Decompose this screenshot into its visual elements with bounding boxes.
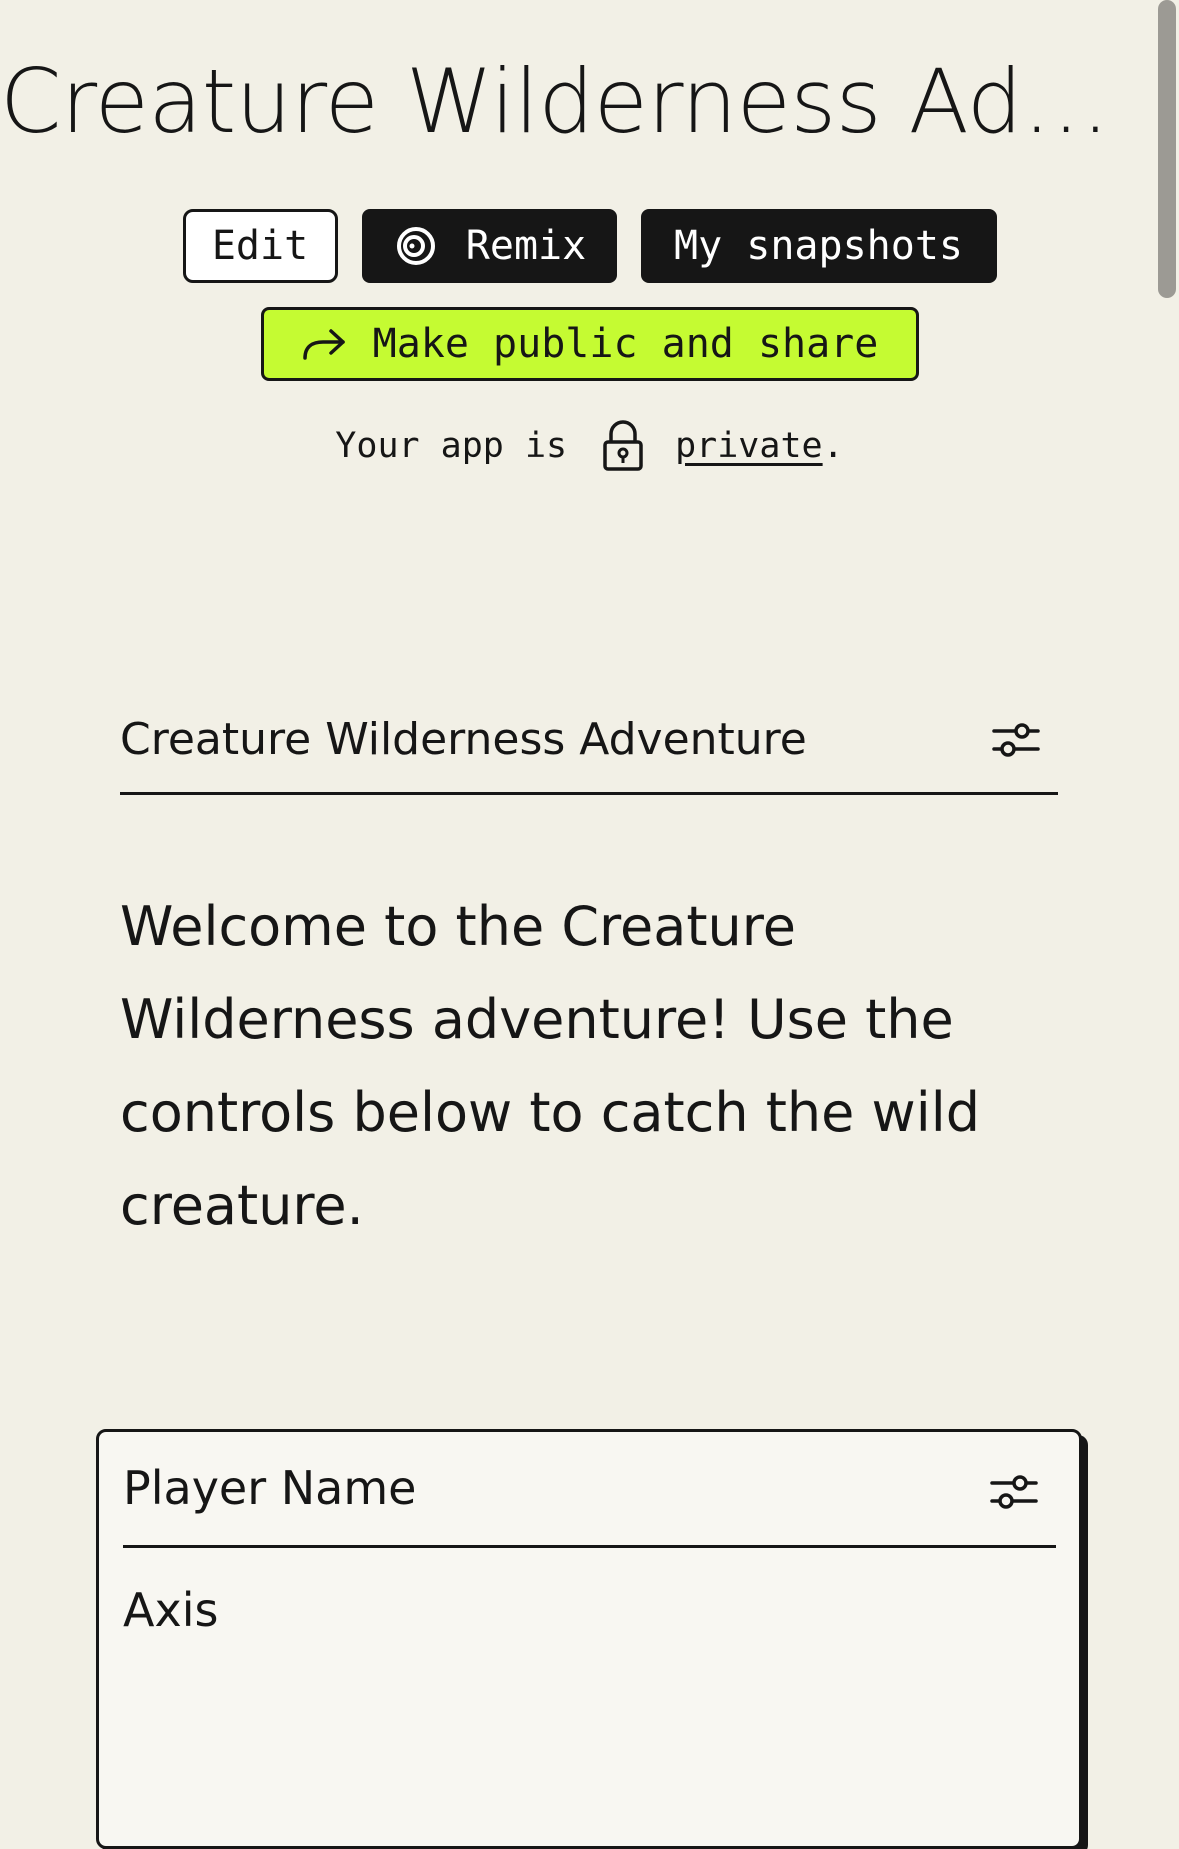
app-header-title: Creature Wilderness Adventure xyxy=(120,714,807,765)
privacy-suffix: . xyxy=(822,426,844,466)
lock-icon xyxy=(601,420,645,472)
sliders-icon xyxy=(992,720,1040,760)
privacy-link[interactable]: private xyxy=(675,426,823,466)
action-bar: Edit Remix My snapshots xyxy=(0,209,1179,283)
app-header: Creature Wilderness Adventure xyxy=(120,700,1058,795)
welcome-message: Welcome to the Creature Wilderness adven… xyxy=(120,895,980,1237)
share-button-label: Make public and share xyxy=(372,321,879,367)
privacy-status: Your app is private . xyxy=(0,420,1179,472)
remix-button[interactable]: Remix xyxy=(361,209,617,283)
arrow-right-icon xyxy=(301,326,347,362)
my-snapshots-button[interactable]: My snapshots xyxy=(640,209,997,283)
player-name-card: Player Name Axis xyxy=(96,1429,1082,1849)
player-name-value: Axis xyxy=(123,1583,219,1637)
share-bar: Make public and share xyxy=(0,307,1179,381)
player-name-header: Player Name xyxy=(123,1432,1056,1548)
edit-button[interactable]: Edit xyxy=(182,209,338,283)
remix-rings-icon xyxy=(392,226,440,266)
player-name-title: Player Name xyxy=(123,1461,417,1515)
remix-button-label: Remix xyxy=(465,223,587,269)
player-settings-button[interactable] xyxy=(990,1472,1038,1512)
app-settings-button[interactable] xyxy=(992,720,1040,760)
make-public-share-button[interactable]: Make public and share xyxy=(260,307,919,381)
edit-button-label: Edit xyxy=(211,223,309,269)
page-title: Creature Wilderness Adventure xyxy=(0,50,1160,153)
my-snapshots-label: My snapshots xyxy=(674,223,963,269)
privacy-prefix: Your app is xyxy=(335,426,568,466)
sliders-icon xyxy=(990,1472,1038,1512)
